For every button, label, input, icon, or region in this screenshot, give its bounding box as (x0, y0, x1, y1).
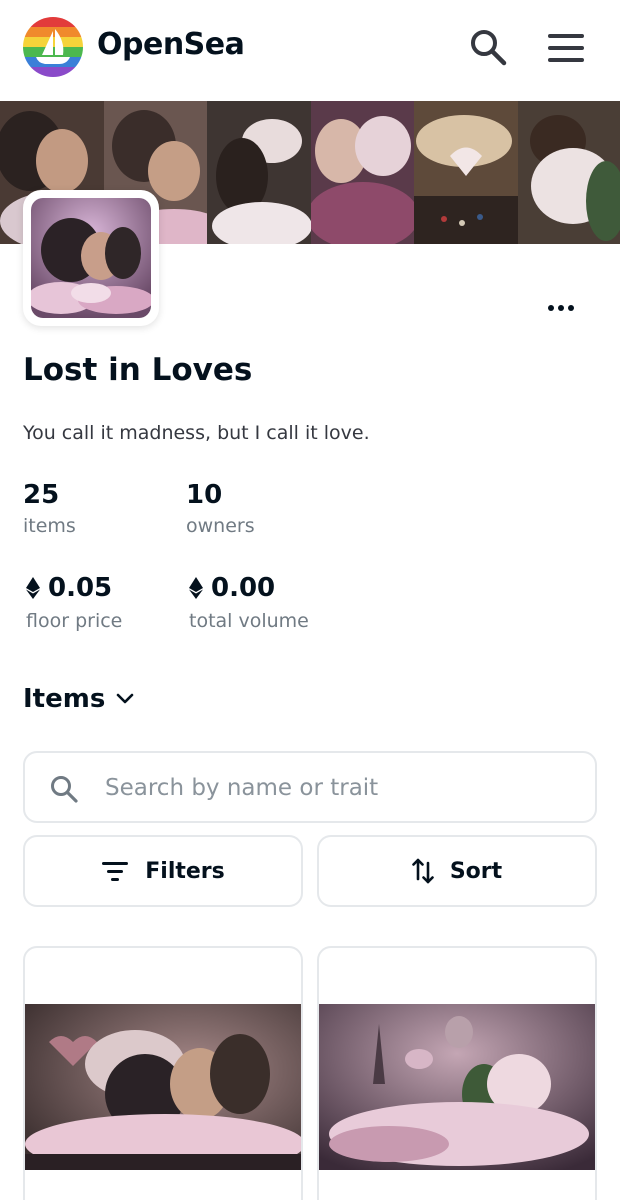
collection-avatar (23, 190, 159, 326)
opensea-logo-icon[interactable] (23, 17, 83, 77)
item-card-image (25, 1004, 301, 1170)
floor-price-value: 0.05 (48, 573, 113, 603)
total-volume-value: 0.00 (211, 573, 276, 603)
search-icon (51, 776, 78, 803)
hamburger-menu-icon[interactable] (546, 30, 586, 66)
owners-count-label: owners (186, 515, 255, 537)
floor-price-label: floor price (26, 610, 123, 632)
top-nav: OpenSea (0, 0, 620, 100)
search-icon[interactable] (468, 27, 508, 67)
ethereum-icon (26, 577, 40, 599)
owners-count: 10 (186, 480, 223, 510)
banner-painting (517, 101, 620, 244)
banner-painting (207, 101, 311, 244)
items-dropdown[interactable]: Items (23, 684, 135, 714)
more-options-icon[interactable] (540, 293, 582, 323)
total-volume: 0.00 (189, 573, 275, 603)
items-heading: Items (23, 684, 106, 714)
brand-name[interactable]: OpenSea (97, 27, 245, 62)
items-count: 25 (23, 480, 60, 510)
collection-description: You call it madness, but I call it love. (23, 422, 370, 444)
items-count-label: items (23, 515, 76, 537)
filter-icon (102, 862, 129, 881)
sort-arrows-icon (412, 858, 434, 884)
item-search-input[interactable] (105, 769, 565, 807)
filters-button[interactable]: Filters (23, 835, 303, 907)
total-volume-label: total volume (189, 610, 309, 632)
sort-button[interactable]: Sort (317, 835, 597, 907)
banner-painting (414, 101, 518, 244)
chevron-down-icon (117, 693, 134, 704)
collection-title: Lost in Loves (23, 352, 253, 388)
floor-price: 0.05 (26, 573, 112, 603)
item-card-image (319, 1004, 595, 1170)
item-card[interactable] (23, 946, 303, 1200)
sort-label: Sort (449, 858, 503, 884)
banner-painting (310, 101, 414, 244)
item-search-box (23, 751, 597, 823)
item-card[interactable] (317, 946, 597, 1200)
ethereum-icon (189, 577, 203, 599)
filters-label: Filters (145, 858, 225, 884)
collection-avatar-image (31, 198, 151, 318)
